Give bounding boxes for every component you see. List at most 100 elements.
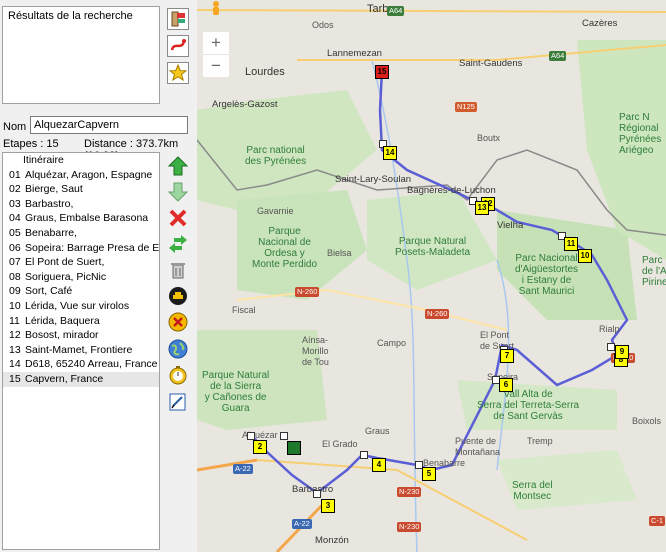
route-node[interactable] bbox=[607, 343, 615, 351]
road-shield: A-22 bbox=[292, 519, 312, 529]
star-icon bbox=[169, 64, 187, 82]
city-label: Campo bbox=[377, 338, 407, 348]
itinerary-item-label: Barbastro, bbox=[25, 197, 74, 210]
itinerary-item[interactable]: 01 Alquézar, Aragon, Espagne bbox=[3, 168, 159, 183]
city-label: El Grado bbox=[322, 439, 358, 449]
side-panel: Résultats de la recherche Nom : Etapes :… bbox=[0, 0, 198, 552]
city-label: Saint-Lary-Soulan bbox=[335, 174, 412, 185]
map-view[interactable]: Tarbes Odos Lannemezan Cazères Saint-Gau… bbox=[197, 0, 666, 552]
end-marker[interactable]: 15 bbox=[375, 65, 389, 79]
waypoint-marker[interactable]: 7 bbox=[500, 349, 514, 363]
vehicle-button[interactable] bbox=[167, 285, 189, 307]
start-marker[interactable] bbox=[287, 441, 301, 455]
city-label: Lourdes bbox=[245, 66, 285, 78]
reverse-route-button[interactable] bbox=[167, 233, 189, 255]
itinerary-item-label: Sort, Café bbox=[25, 285, 73, 298]
itinerary-item-label: Capvern, France bbox=[25, 372, 104, 385]
road-shield: A-22 bbox=[233, 464, 253, 474]
route-node[interactable] bbox=[247, 432, 255, 440]
city-label: Saint-Gaudens bbox=[459, 58, 523, 69]
itinerary-item[interactable]: 10 Lérida, Vue sur virolos bbox=[3, 299, 159, 314]
zoom-in-button[interactable]: + bbox=[203, 32, 229, 54]
city-label: Graus bbox=[365, 426, 390, 436]
city-label: Cazères bbox=[582, 18, 618, 29]
waypoint-marker[interactable]: 14 bbox=[383, 146, 397, 160]
itinerary-item[interactable]: 07 El Pont de Suert, bbox=[3, 255, 159, 270]
itinerary-list[interactable]: Itinéraire 01 Alquézar, Aragon, Espagne 02… bbox=[2, 152, 160, 550]
waypoint-marker[interactable]: 9 bbox=[615, 345, 629, 359]
itinerary-item[interactable]: 05 Benabarre, bbox=[3, 226, 159, 241]
city-label: Puente de Montañana bbox=[455, 436, 501, 457]
park-label: Parc Nacional d'Aigüestortes i Estany de… bbox=[515, 253, 579, 297]
itinerary-item[interactable]: 03 Barbastro, bbox=[3, 197, 159, 212]
itinerary-item-label: Saint-Mamet, Frontiere bbox=[25, 343, 133, 356]
route-node[interactable] bbox=[360, 451, 368, 459]
itinerary-item-number: 12 bbox=[9, 329, 21, 342]
itinerary-item-number: 08 bbox=[9, 270, 21, 283]
itinerary-item[interactable]: 12 Bosost, mirador bbox=[3, 328, 159, 343]
waypoint-marker[interactable]: 4 bbox=[372, 458, 386, 472]
city-label: Rialp bbox=[599, 324, 620, 334]
city-label: Odos bbox=[312, 20, 334, 30]
search-results-box[interactable]: Résultats de la recherche bbox=[2, 6, 160, 104]
park-label: Parc N de l'A Pirinec bbox=[642, 255, 666, 288]
timer-button[interactable] bbox=[167, 364, 189, 386]
itinerary-item[interactable]: 13 Saint-Mamet, Frontiere bbox=[3, 343, 159, 358]
street-view-pegman[interactable] bbox=[207, 0, 225, 18]
park-label: Parc national des Pyrénées bbox=[245, 145, 307, 167]
road-shield: N-260 bbox=[295, 287, 320, 297]
road-shield: A64 bbox=[387, 6, 405, 16]
road-shield: N-230 bbox=[397, 487, 422, 497]
move-up-button[interactable] bbox=[167, 155, 189, 177]
favorites-button[interactable] bbox=[167, 62, 189, 84]
pegman-icon bbox=[213, 1, 219, 15]
waypoint-marker[interactable]: 2 bbox=[253, 440, 267, 454]
itinerary-item[interactable]: 11 Lérida, Baquera bbox=[3, 314, 159, 329]
waypoint-marker[interactable]: 11 bbox=[564, 237, 578, 251]
road-shield: N-260 bbox=[425, 309, 450, 319]
route-node[interactable] bbox=[313, 490, 321, 498]
waypoint-marker[interactable]: 5 bbox=[422, 467, 436, 481]
waypoint-marker[interactable]: 10 bbox=[578, 249, 592, 263]
globe-button[interactable] bbox=[167, 338, 189, 360]
waypoint-marker[interactable]: 13 bbox=[475, 201, 489, 215]
itinerary-header: Itinéraire bbox=[23, 154, 64, 166]
city-label: Bielsa bbox=[327, 248, 352, 258]
itinerary-item-number: 09 bbox=[9, 285, 21, 298]
name-label: Nom : bbox=[3, 121, 33, 133]
avoid-button[interactable] bbox=[167, 311, 189, 333]
city-label: Boixols bbox=[632, 416, 662, 426]
zoom-out-button[interactable]: − bbox=[203, 55, 229, 77]
itinerary-item-number: 04 bbox=[9, 212, 21, 225]
itinerary-item[interactable]: 06 Sopeira: Barrage Presa de Escales bbox=[3, 241, 159, 256]
itinerary-item[interactable]: 02 Bierge, Saut bbox=[3, 182, 159, 197]
itinerary-item-number: 11 bbox=[9, 314, 20, 327]
clear-button[interactable] bbox=[167, 259, 189, 281]
park-label: Serra del Montsec bbox=[512, 480, 553, 502]
itinerary-item[interactable]: 08 Soriguera, PicNic bbox=[3, 270, 159, 285]
city-label: Vielha bbox=[497, 220, 524, 231]
itinerary-item[interactable]: 14 D618, 65240 Arreau, France bbox=[3, 357, 159, 372]
stopwatch-icon bbox=[169, 366, 187, 385]
route-node[interactable] bbox=[280, 432, 288, 440]
swap-arrows-icon bbox=[169, 235, 187, 253]
park-label: Parque Natural de la Sierra y Cañones de… bbox=[202, 370, 270, 414]
export-button[interactable] bbox=[167, 391, 189, 413]
red-x-icon bbox=[169, 209, 187, 227]
delete-step-button[interactable] bbox=[167, 207, 189, 229]
itinerary-item-number: 14 bbox=[9, 358, 21, 371]
itinerary-item-label: D618, 65240 Arreau, France bbox=[25, 358, 158, 371]
edit-document-icon bbox=[169, 393, 186, 411]
route-tool-button[interactable] bbox=[167, 35, 189, 57]
itinerary-item-number: 03 bbox=[9, 197, 21, 210]
city-label: Gavarnie bbox=[257, 206, 294, 216]
itinerary-item[interactable]: 15 Capvern, France bbox=[3, 371, 159, 387]
move-down-button[interactable] bbox=[167, 181, 189, 203]
waypoint-marker[interactable]: 6 bbox=[499, 378, 513, 392]
itinerary-item[interactable]: 09 Sort, Café bbox=[3, 284, 159, 299]
directions-tool-button[interactable] bbox=[167, 8, 189, 30]
itinerary-item-number: 05 bbox=[9, 226, 21, 239]
itinerary-item[interactable]: 04 Graus, Embalse Barasona bbox=[3, 211, 159, 226]
route-name-input[interactable] bbox=[30, 116, 188, 134]
waypoint-marker[interactable]: 3 bbox=[321, 499, 335, 513]
